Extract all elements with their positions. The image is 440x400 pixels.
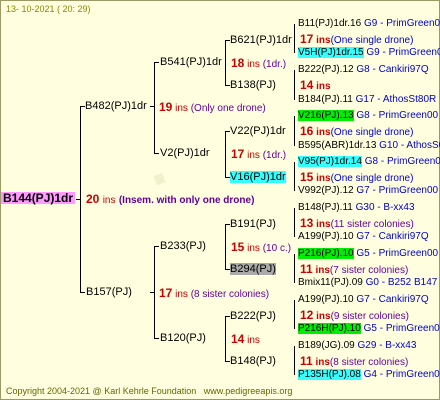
g2-B120[interactable]: B120(PJ) xyxy=(160,332,206,344)
g3-B138[interactable]: B138(PJ) xyxy=(230,79,276,91)
g4-row[interactable]: A199(PJ).10 G7 - Cankiri97Q xyxy=(298,294,429,306)
site-link[interactable]: www.pedigreeapis.org xyxy=(204,386,293,396)
g4-row[interactable]: V216(PJ).13 G8 - PrimGreen00 xyxy=(298,110,438,122)
root-generation: 20 ins (Insem. with only one drone) xyxy=(86,192,255,206)
g4-row[interactable]: B189(JG).09 G29 - B-xx43 xyxy=(298,340,416,352)
g4-row[interactable]: Bmix11(PJ).09 G0 - B252 B147 B xyxy=(298,277,440,289)
g3-B191[interactable]: B191(PJ) xyxy=(230,218,276,230)
g4-row[interactable]: V992(PJ).12 G7 - PrimGreen00 xyxy=(298,185,438,197)
g2-B233[interactable]: B233(PJ) xyxy=(160,240,206,252)
g4-row[interactable]: V5H(PJ)1dr.15 G9 - PrimGreen00 xyxy=(298,47,440,59)
sire-B482-gen: 19 ins (Only one drone) xyxy=(159,100,266,114)
g4-row[interactable]: B184(PJ).11 G17 - AthosSt80R xyxy=(298,94,436,106)
g2-V2[interactable]: V2(PJ)1dr xyxy=(160,147,210,159)
g3-B621[interactable]: B621(PJ)1dr xyxy=(230,34,292,46)
g4-row[interactable]: B148(PJ).11 G30 - B-xx43 xyxy=(298,202,415,214)
copyright: Copyright 2004-2021 @ Karl Kehrle Founda… xyxy=(6,386,197,396)
g4-row[interactable]: B595(ABR)1dr.13 G10 - AthosS0R xyxy=(298,140,440,152)
g4-row[interactable]: P216(PJ).10 G5 - PrimGreen00 xyxy=(298,248,438,260)
date-stamp: 13- 10-2021 ( 20: 29) xyxy=(6,4,91,14)
g3-B294[interactable]: B294(PJ) xyxy=(230,263,276,275)
g3-B148[interactable]: B148(PJ) xyxy=(230,355,276,367)
g4-row[interactable]: V95(PJ)1dr.14 G8 - PrimGreen00 xyxy=(298,156,440,168)
g4-row[interactable]: A199(PJ).10 G7 - Cankiri97Q xyxy=(298,231,429,243)
g3-V22[interactable]: V22(PJ)1dr xyxy=(230,125,286,137)
g4-row[interactable]: B11(PJ)1dr.16 G9 - PrimGreen00 xyxy=(298,18,440,30)
g3-V16[interactable]: V16(PJ)1dr xyxy=(230,171,286,183)
sire-B482[interactable]: B482(PJ)1dr xyxy=(85,100,147,112)
footer: Copyright 2004-2021 @ Karl Kehrle Founda… xyxy=(6,385,292,397)
dam-B157[interactable]: B157(PJ) xyxy=(86,286,132,298)
g4-row[interactable]: P216H(PJ).10 G5 - PrimGreen00 xyxy=(298,323,440,335)
root-name: B144(PJ)1dr xyxy=(3,191,74,205)
g4-row[interactable]: B222(PJ).12 G8 - Cankiri97Q xyxy=(298,64,429,76)
g4-row[interactable]: P135H(PJ).08 G4 - PrimGreen00 xyxy=(298,369,440,381)
g3-B222[interactable]: B222(PJ) xyxy=(230,310,276,322)
root-queen[interactable]: B144(PJ)1dr xyxy=(1,191,76,205)
dam-B157-gen: 17 ins (8 sister colonies) xyxy=(159,286,270,300)
g2-B541[interactable]: B541(PJ)1dr xyxy=(160,56,222,68)
